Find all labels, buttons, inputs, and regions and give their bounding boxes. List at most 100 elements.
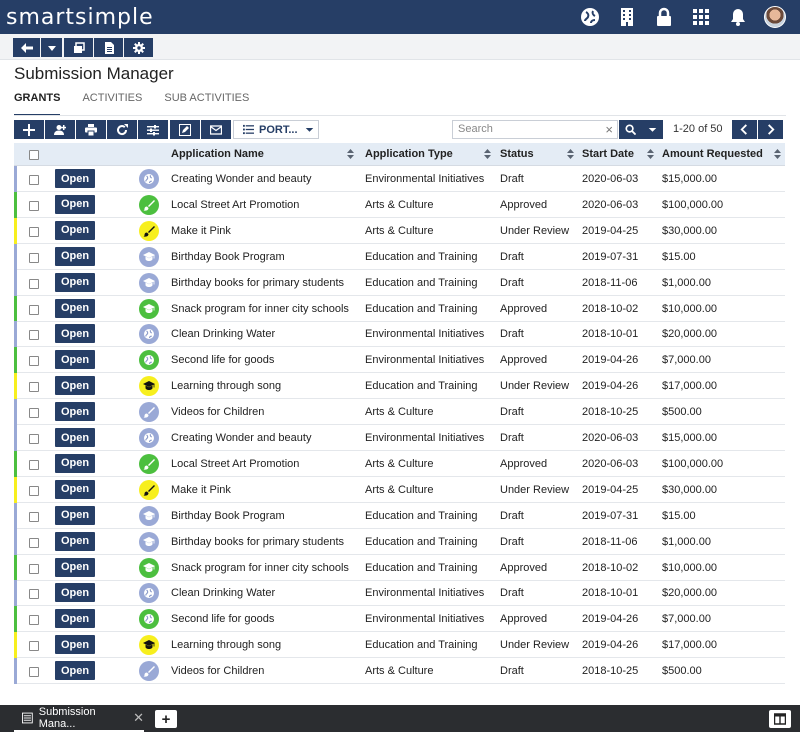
close-tab-icon[interactable]: ✕ [133, 710, 144, 726]
view-dropdown-button[interactable]: PORT... [233, 120, 319, 139]
column-header-amount[interactable]: Amount Requested [662, 143, 763, 166]
row-checkbox[interactable] [29, 278, 39, 289]
globe-icon[interactable] [579, 6, 601, 28]
next-page-button[interactable] [758, 120, 783, 139]
split-view-button[interactable] [769, 710, 791, 728]
row-checkbox[interactable] [29, 330, 39, 341]
open-button[interactable]: Open [55, 505, 95, 525]
open-button[interactable]: Open [55, 583, 95, 603]
bell-icon[interactable] [727, 6, 749, 28]
refresh-button[interactable] [107, 120, 137, 139]
print-button[interactable] [76, 120, 106, 139]
table-row[interactable]: Open Birthday Book Program Education and T… [14, 243, 785, 270]
history-dropdown-button[interactable] [41, 38, 62, 57]
sort-icon[interactable] [647, 149, 654, 159]
table-row[interactable]: Open Local Street Art Promotion Arts & Cul… [14, 450, 785, 477]
new-tab-button[interactable]: + [155, 710, 177, 728]
table-row[interactable]: Open Creating Wonder and beauty Environmen… [14, 166, 785, 192]
table-row[interactable]: Open Make it Pink Arts & Culture Under Revi… [14, 217, 785, 244]
table-row[interactable]: Open Videos for Children Arts & Culture Dra… [14, 658, 785, 685]
row-checkbox[interactable] [29, 304, 39, 315]
column-header-type[interactable]: Application Type [365, 143, 453, 166]
column-header-start-date[interactable]: Start Date [582, 143, 634, 166]
open-button[interactable]: Open [55, 428, 95, 447]
column-header-status[interactable]: Status [500, 143, 534, 166]
open-button[interactable]: Open [55, 376, 95, 396]
settings-button[interactable] [124, 38, 153, 57]
open-button[interactable]: Open [55, 350, 95, 370]
row-checkbox[interactable] [29, 459, 39, 470]
document-button[interactable] [94, 38, 123, 57]
table-row[interactable]: Open Birthday books for primary students E… [14, 269, 785, 296]
table-row[interactable]: Open Clean Drinking Water Environmental In… [14, 321, 785, 348]
open-button[interactable]: Open [55, 479, 95, 499]
row-checkbox[interactable] [29, 615, 39, 626]
row-checkbox[interactable] [29, 537, 39, 548]
table-row[interactable]: Open Birthday books for primary students E… [14, 528, 785, 555]
row-checkbox[interactable] [29, 485, 39, 496]
building-icon[interactable] [616, 6, 638, 28]
row-checkbox[interactable] [29, 434, 39, 444]
open-button[interactable]: Open [55, 531, 95, 551]
filter-button[interactable] [138, 120, 168, 139]
open-button[interactable]: Open [55, 609, 95, 629]
email-button[interactable] [201, 120, 231, 139]
tab-grants[interactable]: GRANTS [14, 92, 61, 116]
open-button[interactable]: Open [55, 194, 95, 214]
table-row[interactable]: Open Snack program for inner city schools… [14, 295, 785, 322]
bottom-tab-submission-manager[interactable]: Submission Mana... ✕ [14, 705, 144, 732]
add-user-button[interactable] [45, 120, 75, 139]
back-button[interactable] [13, 38, 40, 57]
lock-icon[interactable] [653, 6, 675, 28]
open-button[interactable]: Open [55, 246, 95, 266]
add-button[interactable] [14, 120, 44, 139]
sort-icon[interactable] [484, 149, 491, 159]
row-checkbox[interactable] [29, 252, 39, 263]
tab-sub-activities[interactable]: SUB ACTIVITIES [164, 92, 249, 116]
search-button[interactable] [619, 120, 663, 139]
clear-search-icon[interactable]: × [605, 122, 613, 137]
tab-activities[interactable]: ACTIVITIES [82, 92, 142, 116]
row-checkbox[interactable] [29, 175, 39, 185]
row-checkbox[interactable] [29, 589, 39, 600]
row-checkbox[interactable] [29, 511, 39, 522]
table-row[interactable]: Open Learning through song Education and T… [14, 373, 785, 400]
table-row[interactable]: Open Creating Wonder and beauty Environmen… [14, 425, 785, 451]
sort-icon[interactable] [774, 149, 781, 159]
row-checkbox[interactable] [29, 563, 39, 574]
open-button[interactable]: Open [55, 272, 95, 292]
table-row[interactable]: Open Snack program for inner city schools… [14, 554, 785, 581]
row-checkbox[interactable] [29, 641, 39, 652]
table-row[interactable]: Open Videos for Children Arts & Culture Dra… [14, 399, 785, 426]
user-avatar[interactable] [764, 6, 786, 28]
table-row[interactable]: Open Local Street Art Promotion Arts & Cul… [14, 191, 785, 218]
select-all-checkbox[interactable] [29, 150, 39, 160]
row-checkbox[interactable] [29, 200, 39, 211]
row-checkbox[interactable] [29, 382, 39, 393]
table-row[interactable]: Open Second life for goods Environmental I… [14, 606, 785, 633]
open-button[interactable]: Open [55, 402, 95, 422]
sort-icon[interactable] [347, 149, 354, 159]
table-row[interactable]: Open Second life for goods Environmental I… [14, 347, 785, 374]
open-button[interactable]: Open [55, 169, 95, 188]
table-row[interactable]: Open Make it Pink Arts & Culture Under Revi… [14, 476, 785, 503]
table-row[interactable]: Open Birthday Book Program Education and T… [14, 502, 785, 529]
row-checkbox[interactable] [29, 408, 39, 419]
open-button[interactable]: Open [55, 557, 95, 577]
open-button[interactable]: Open [55, 635, 95, 655]
search-input[interactable]: Search × [452, 120, 618, 139]
table-row[interactable]: Open Clean Drinking Water Environmental In… [14, 580, 785, 607]
open-button[interactable]: Open [55, 324, 95, 344]
open-button[interactable]: Open [55, 661, 95, 681]
row-checkbox[interactable] [29, 356, 39, 367]
edit-button[interactable] [170, 120, 200, 139]
row-checkbox[interactable] [29, 667, 39, 678]
row-checkbox[interactable] [29, 226, 39, 237]
table-row[interactable]: Open Learning through song Education and T… [14, 632, 785, 659]
prev-page-button[interactable] [732, 120, 757, 139]
open-button[interactable]: Open [55, 220, 95, 240]
apps-grid-icon[interactable] [690, 6, 712, 28]
open-button[interactable]: Open [55, 298, 95, 318]
windows-button[interactable] [64, 38, 93, 57]
open-button[interactable]: Open [55, 453, 95, 473]
